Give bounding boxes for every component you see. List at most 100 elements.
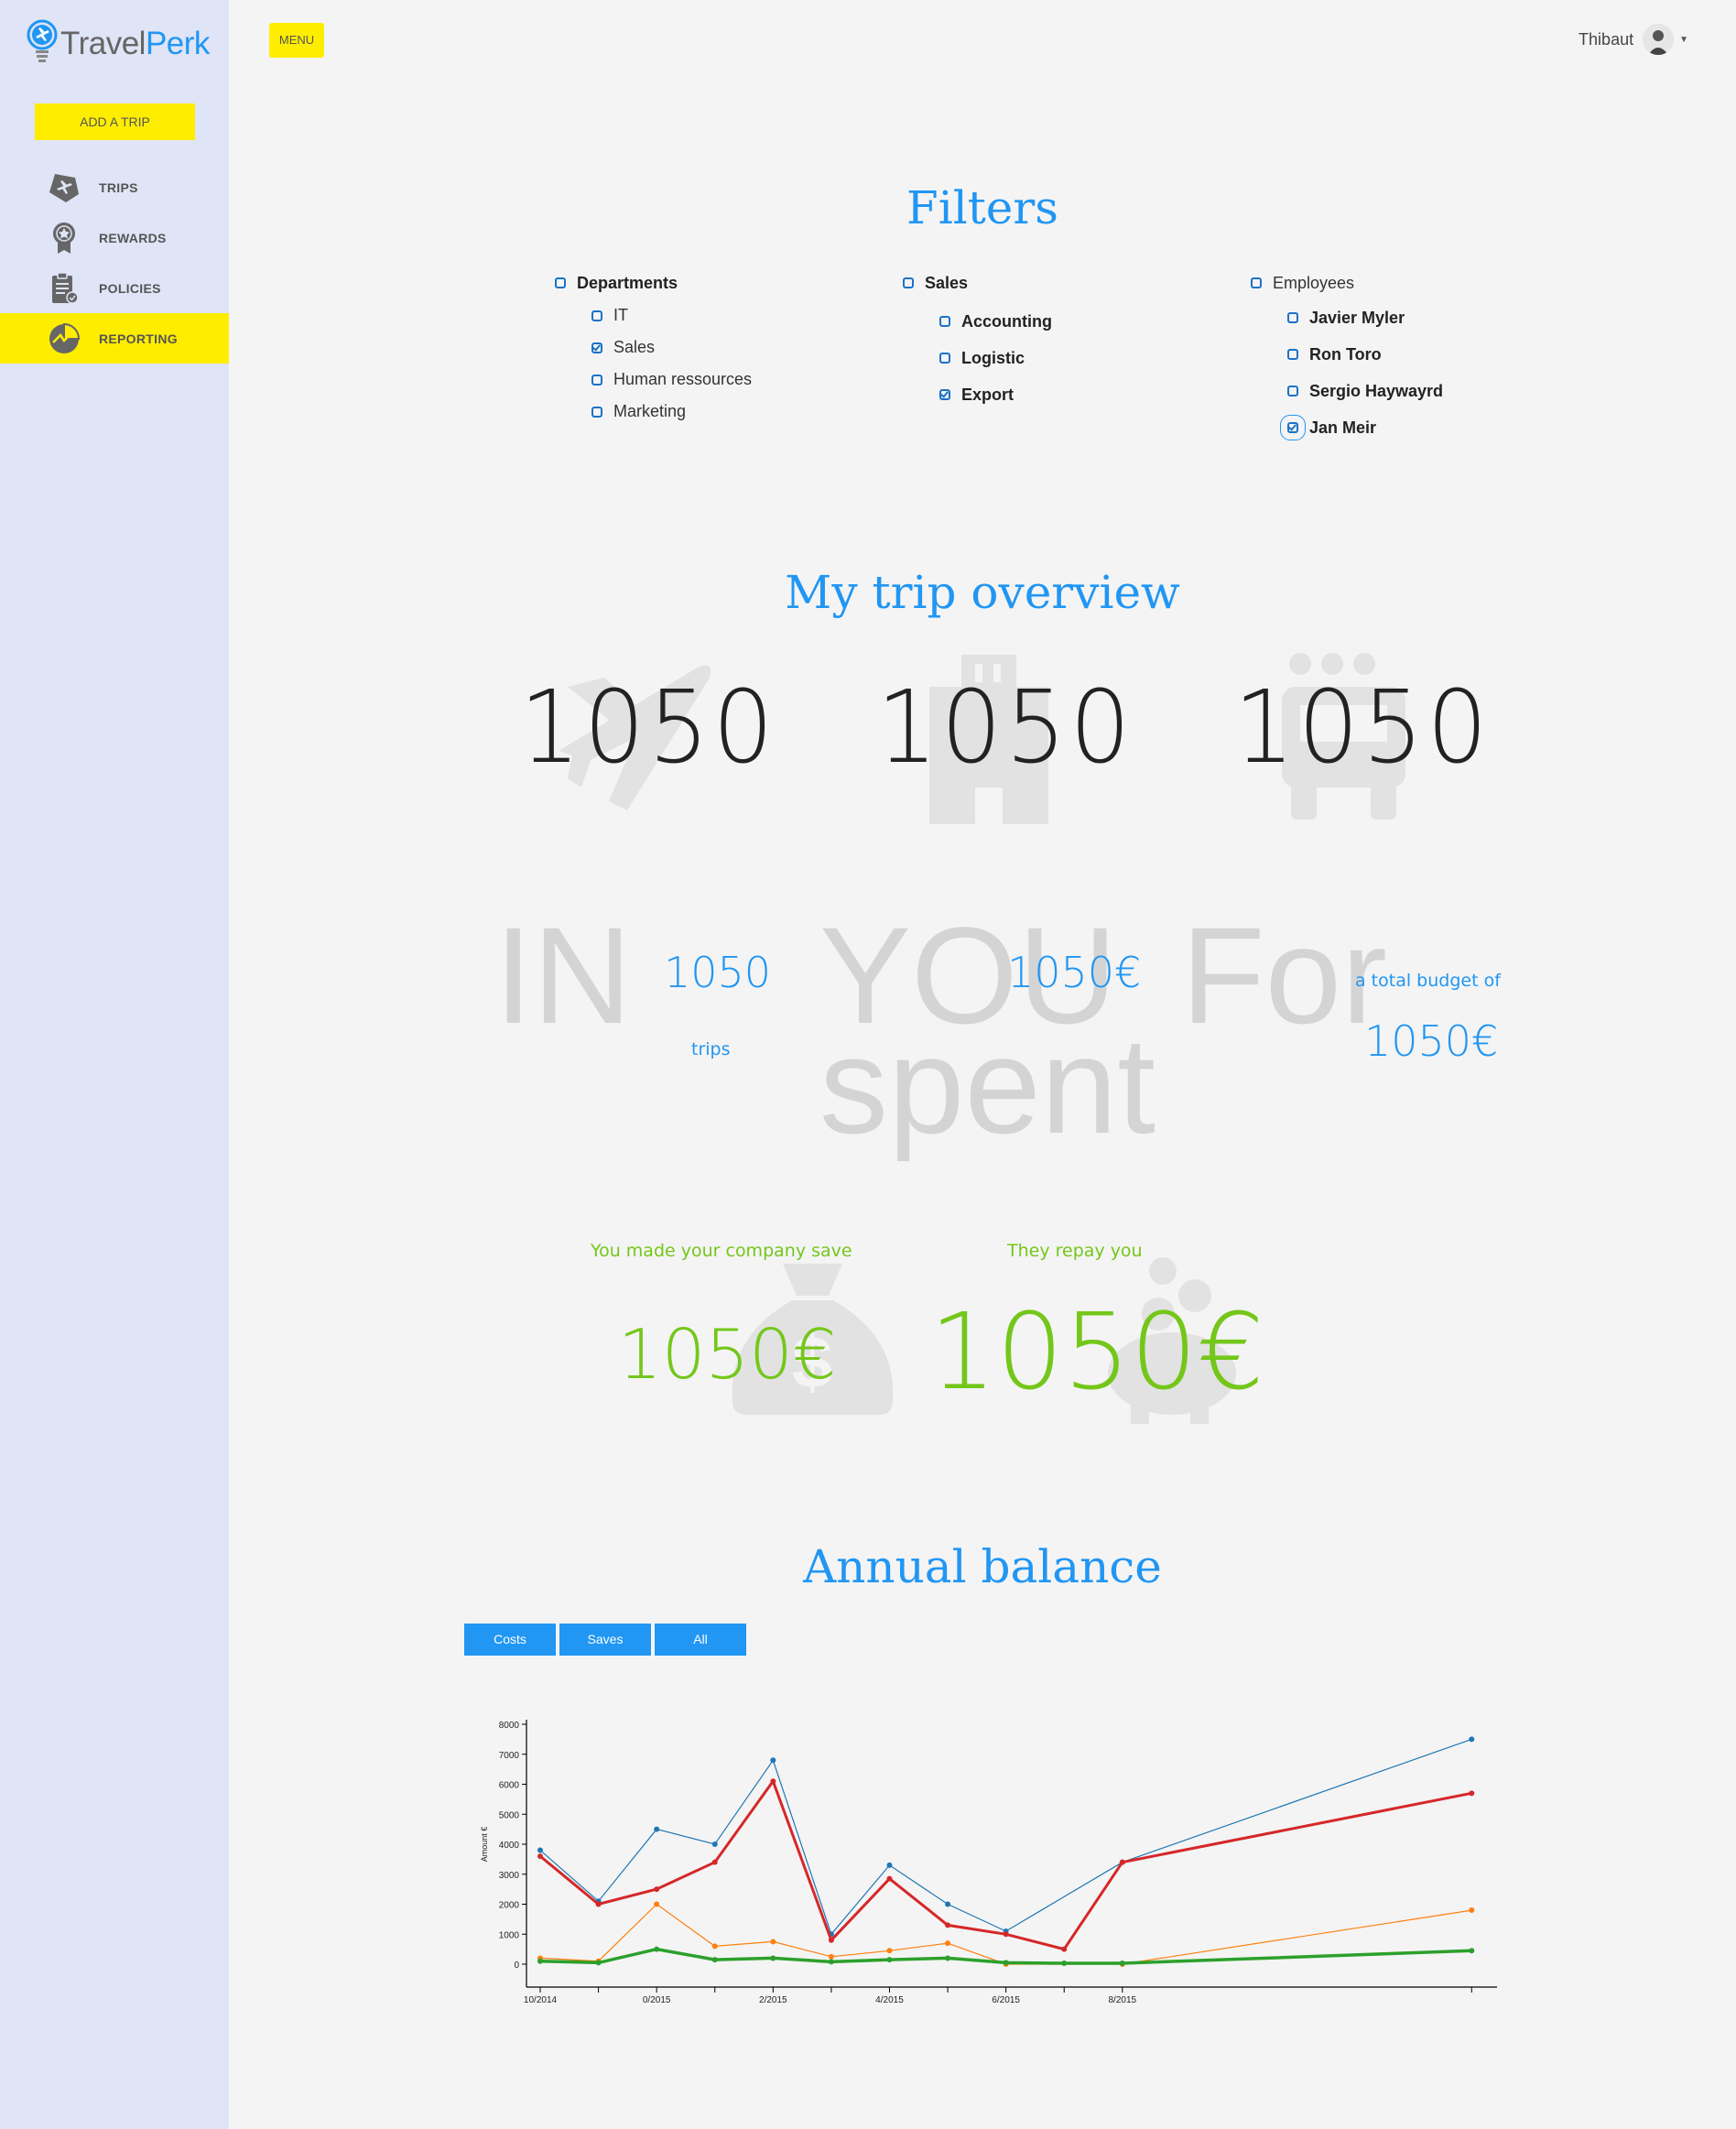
saves-button[interactable]: Saves [559,1624,651,1656]
chevron-down-icon: ▼ [1679,34,1688,45]
logo-text: TravelPerk [60,26,210,61]
checkbox[interactable] [1251,277,1262,288]
data-point [945,1955,951,1961]
filter-item[interactable]: Ron Toro [1287,336,1443,373]
filter-departments: Departments IT Sales Human ressources Ma… [555,266,752,428]
filter-item[interactable]: Jan Meir [1280,409,1443,446]
repay-label: They repay you [1007,1241,1143,1261]
sidebar-item-policies[interactable]: POLICIES [0,263,229,313]
filter-label: Javier Myler [1309,308,1405,327]
y-tick-label: 8000 [499,1721,520,1731]
menu-button[interactable]: MENU [269,23,324,58]
data-point [886,1957,893,1963]
series-line-budget [539,1738,1472,1936]
annual-balance-chart: 0 1000 2000 3000 4000 5000 6000 7000 8000 Amount … [480,1720,1497,2005]
repay-amount: 1050€ [929,1291,1264,1414]
travelperk-logo[interactable]: TravelPerk [26,18,210,70]
sidebar-item-trips[interactable]: TRIPS [0,162,229,212]
filter-label: Accounting [961,311,1052,331]
data-point [886,1948,893,1954]
data-point [1061,1946,1068,1952]
filter-label: Employees [1273,273,1355,292]
rewards-icon [48,222,81,255]
filter-item[interactable]: Employees [1251,266,1443,299]
checkbox[interactable] [1287,312,1298,323]
data-point [711,1957,718,1963]
sidebar-item-rewards[interactable]: REWARDS [0,212,229,263]
data-point [945,1901,951,1907]
checkbox[interactable] [1287,349,1298,360]
logo-bulb-icon [27,19,58,62]
data-point [711,1859,718,1865]
filter-label: Logistic [961,348,1025,367]
y-tick-label: 7000 [499,1751,520,1761]
data-point [711,1841,718,1847]
data-point [828,1959,834,1965]
filter-item[interactable]: Departments [555,266,752,299]
overview-title: My trip overview [785,566,1180,619]
sidebar-item-label: REWARDS [99,230,167,245]
filter-item[interactable]: Export [939,376,1052,413]
filter-item[interactable]: Human ressources [591,364,752,396]
add-trip-button[interactable]: ADD A TRIP [35,103,195,140]
y-axis-label: Amount € [480,1827,489,1863]
data-point [1469,1736,1475,1743]
filter-label: Ron Toro [1309,344,1382,364]
data-point [654,1826,660,1832]
sidebar-item-label: REPORTING [99,331,178,346]
checkbox[interactable] [1280,415,1306,440]
trips-count: 1050 [664,948,772,997]
costs-button[interactable]: Costs [464,1624,556,1656]
data-point [1469,1948,1475,1954]
data-point [537,1853,543,1860]
filter-item[interactable]: Sergio Haywayrd [1287,373,1443,409]
checkbox[interactable] [591,342,602,353]
all-button[interactable]: All [655,1624,746,1656]
data-point [770,1955,776,1961]
checkbox[interactable] [939,389,950,400]
y-tick-label: 5000 [499,1810,520,1820]
filter-label: Sales [925,273,969,292]
x-tick-label: 2/2015 [759,1995,787,2005]
budget-label: a total budget of [1355,971,1501,991]
filter-label: Sergio Haywayrd [1309,381,1444,400]
y-tick-label: 3000 [499,1871,520,1881]
sidebar-item-reporting[interactable]: REPORTING [0,313,229,364]
checkbox[interactable] [939,316,950,327]
y-tick-label: 0 [514,1961,519,1971]
data-point [770,1757,776,1764]
data-point [1119,1961,1125,1967]
filter-item[interactable]: Sales [903,266,1052,299]
sidebar-item-label: TRIPS [99,179,138,195]
data-point [945,1940,951,1947]
data-point [770,1778,776,1785]
policies-icon [48,271,81,305]
filter-item[interactable]: Sales [591,331,752,364]
trips-icon [48,171,81,204]
checkbox[interactable] [555,277,566,288]
user-menu[interactable]: Thibaut ▼ [1579,24,1688,55]
checkbox[interactable] [939,353,950,364]
hotels-count: 1050 [876,668,1134,786]
data-point [770,1939,776,1945]
ghost-in: IN [494,898,632,1052]
filter-item[interactable]: Accounting [939,303,1052,340]
filter-label: Sales [613,338,656,356]
save-amount: 1050€ [618,1314,837,1395]
checkbox[interactable] [591,310,602,321]
filter-label: Human ressources [613,370,753,388]
checkbox[interactable] [591,374,602,386]
filter-item[interactable]: IT [591,299,752,331]
sidebar-nav: TRIPS REWARDS POLICIES REPORTING [0,162,229,364]
filter-item[interactable]: Logistic [939,340,1052,376]
filter-item[interactable]: Marketing [591,396,752,428]
data-point [1469,1907,1475,1914]
filter-label: Marketing [613,402,687,420]
filter-item[interactable]: Javier Myler [1287,299,1443,336]
checkbox[interactable] [591,406,602,418]
checkbox[interactable] [1287,386,1298,396]
filter-label: Departments [577,273,678,292]
x-tick-label: 6/2015 [992,1995,1020,2005]
checkbox[interactable] [903,277,914,288]
data-point [711,1943,718,1950]
